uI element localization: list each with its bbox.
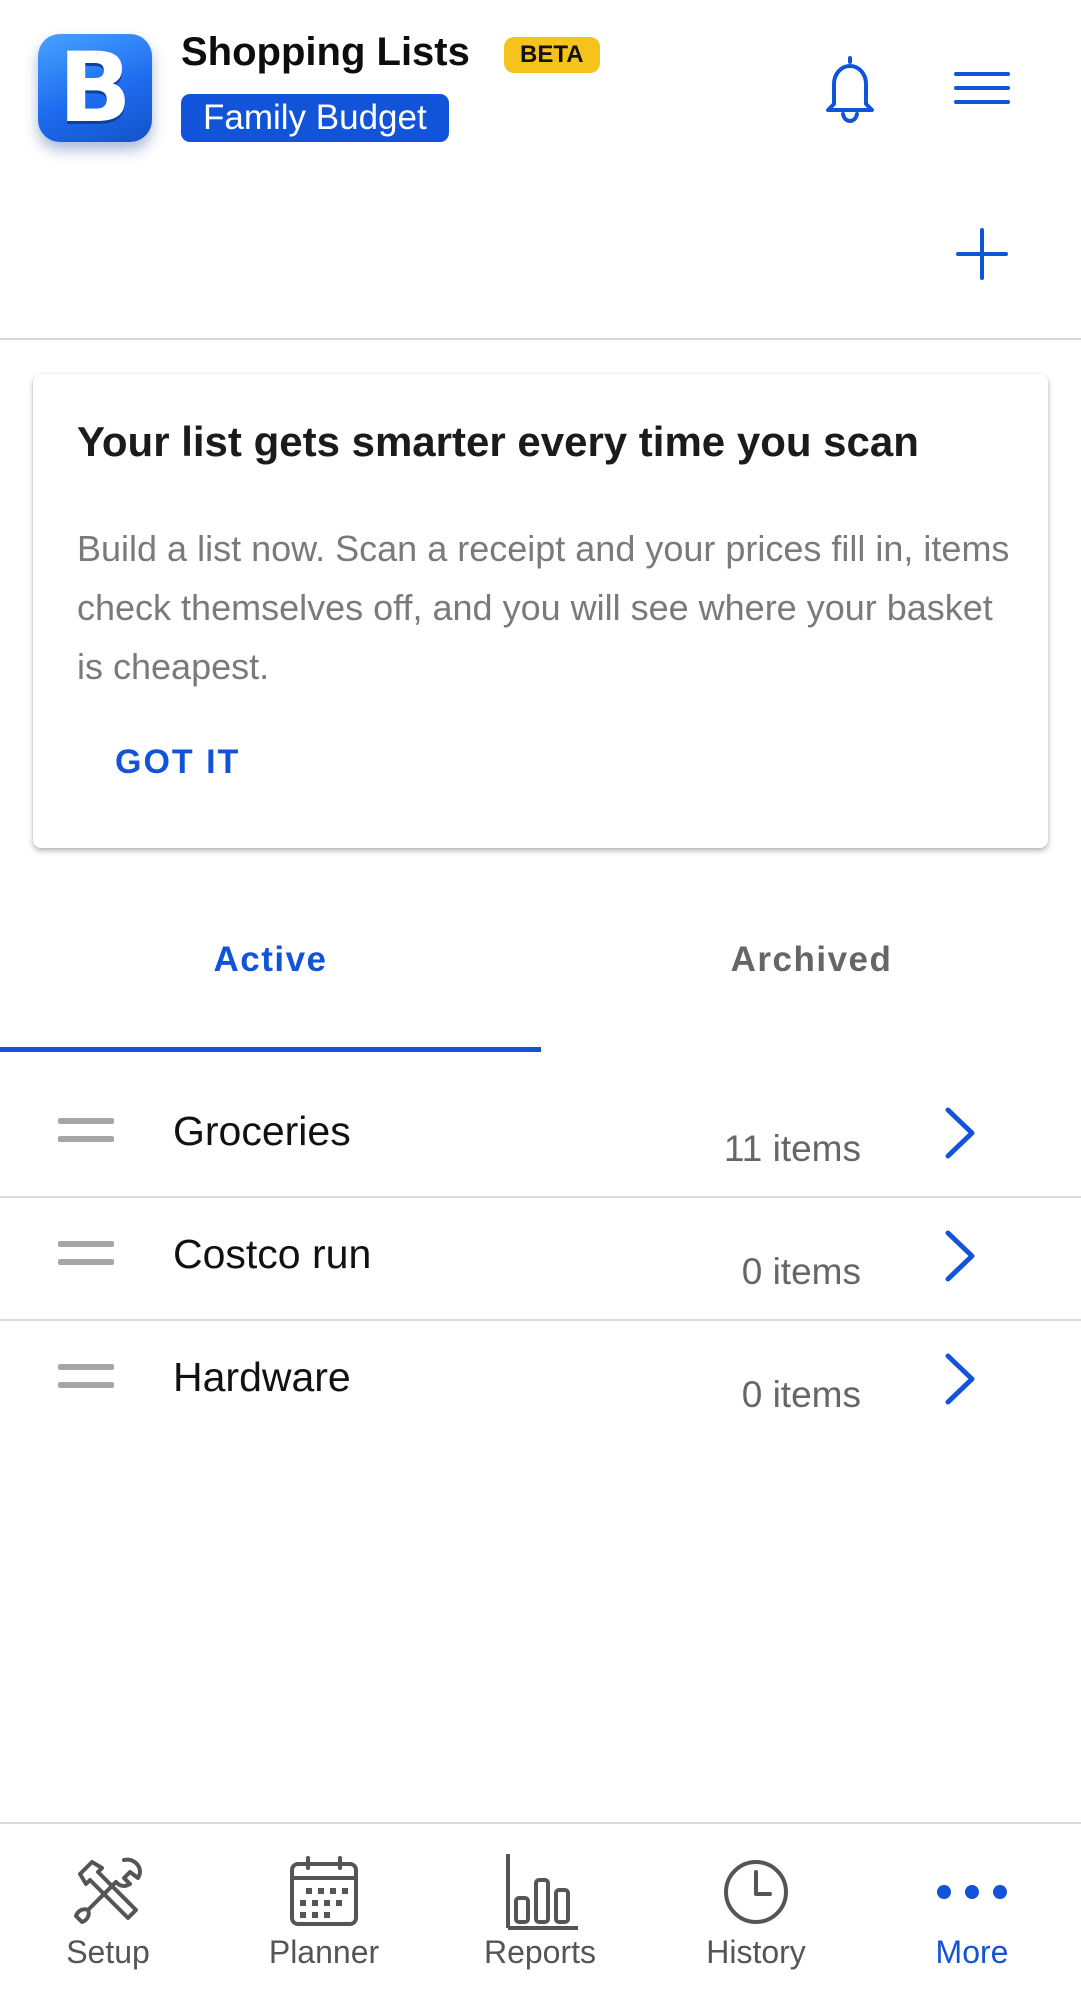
hamburger-icon <box>954 72 1010 104</box>
budget-selector[interactable]: Family Budget <box>181 94 449 142</box>
tools-icon <box>74 1857 142 1924</box>
add-list-button[interactable] <box>950 222 1014 286</box>
list-name: Hardware <box>173 1354 351 1400</box>
app-logo: B <box>38 34 152 142</box>
got-it-button[interactable]: GOT IT <box>115 743 240 782</box>
tip-body: Build a list now. Scan a receipt and you… <box>77 528 1010 687</box>
drag-handle-icon[interactable] <box>58 1364 114 1394</box>
list-item-count: 0 items <box>741 1374 861 1415</box>
tip-card: Your list gets smarter every time you sc… <box>33 374 1048 848</box>
nav-more[interactable]: More <box>864 1824 1080 1999</box>
nav-planner[interactable]: Planner <box>216 1824 432 1999</box>
list-item-count: 11 items <box>723 1128 861 1169</box>
header-divider <box>0 338 1081 340</box>
notifications-button[interactable] <box>812 50 888 126</box>
list-name: Costco run <box>173 1231 372 1277</box>
drag-handle-icon[interactable] <box>58 1241 114 1271</box>
list-row-groceries[interactable]: Groceries 11 items <box>0 1076 1081 1198</box>
list-item-count: 0 items <box>741 1251 861 1292</box>
plus-icon <box>956 228 1008 280</box>
app-title: Shopping Lists <box>181 30 470 74</box>
tab-active-indicator <box>0 1047 541 1052</box>
list-row-costco-run[interactable]: Costco run 0 items <box>0 1199 1081 1321</box>
nav-label: History <box>706 1934 806 1970</box>
tab-active[interactable]: Active <box>0 940 541 980</box>
menu-button[interactable] <box>946 58 1018 118</box>
chevron-right-icon[interactable] <box>938 1104 982 1162</box>
list-row-hardware[interactable]: Hardware 0 items <box>0 1322 1081 1444</box>
app-logo-letter: B <box>58 32 132 144</box>
tab-archived[interactable]: Archived <box>541 940 1081 980</box>
nav-reports[interactable]: Reports <box>432 1824 648 1999</box>
nav-label: Reports <box>483 1934 597 1970</box>
nav-setup[interactable]: Setup <box>0 1824 216 1999</box>
more-dots-icon <box>937 1885 1007 1899</box>
bar-chart-icon <box>506 1854 578 1930</box>
list-name: Groceries <box>173 1108 351 1154</box>
row-divider <box>0 1196 1081 1198</box>
chevron-right-icon[interactable] <box>938 1350 982 1408</box>
tip-title: Your list gets smarter every time you sc… <box>77 418 919 465</box>
clock-icon <box>724 1860 788 1924</box>
nav-label: Setup <box>66 1934 150 1970</box>
beta-badge: BETA <box>504 37 600 73</box>
calendar-icon <box>290 1856 358 1926</box>
chevron-right-icon[interactable] <box>938 1227 982 1285</box>
row-divider <box>0 1319 1081 1321</box>
nav-history[interactable]: History <box>648 1824 864 1999</box>
drag-handle-icon[interactable] <box>58 1118 114 1148</box>
nav-label: Planner <box>268 1934 380 1970</box>
bell-icon <box>826 56 874 124</box>
nav-label: More <box>935 1934 1009 1970</box>
